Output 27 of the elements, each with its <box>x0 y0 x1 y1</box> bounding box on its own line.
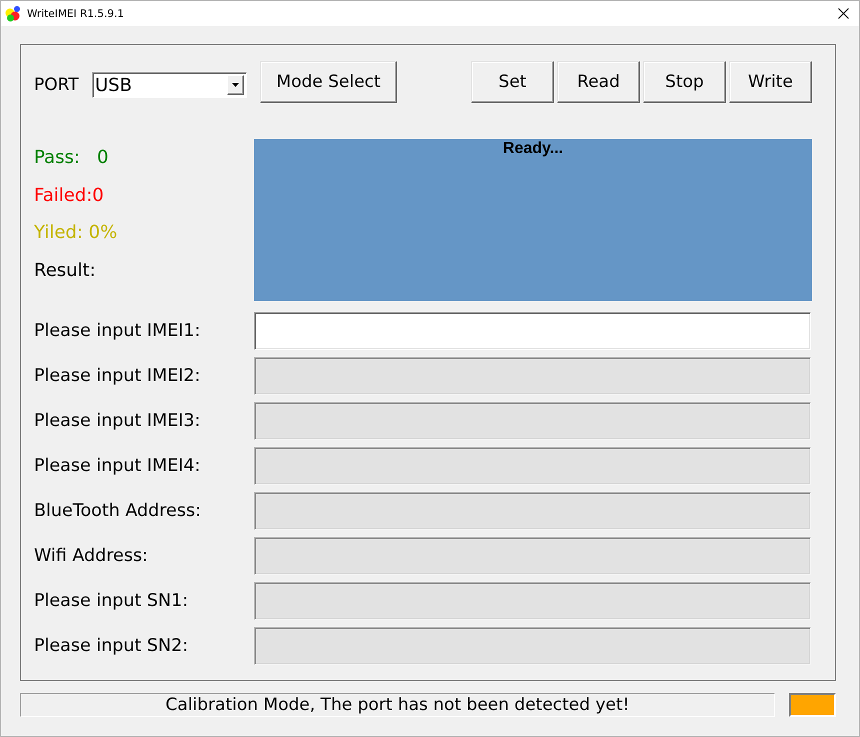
field-label: Please input SN2: <box>34 636 190 656</box>
field-label: Please input IMEI1: <box>34 321 202 341</box>
window-title: WriteIMEI R1.5.9.1 <box>27 8 124 20</box>
mode-select-button[interactable]: Mode Select <box>260 61 397 103</box>
field-label: Please input SN1: <box>34 591 190 611</box>
field-label: BlueTooth Address: <box>34 501 202 521</box>
counter-text: Pass: 0 <box>34 146 109 170</box>
action-button[interactable]: Write <box>729 61 812 103</box>
action-button[interactable]: Read <box>557 61 640 103</box>
port-label: PORT <box>34 74 80 94</box>
dropdown-button[interactable] <box>227 75 244 95</box>
counter-text: Yiled: 0% <box>34 221 118 245</box>
field-label: Please input IMEI4: <box>34 456 202 476</box>
close-icon <box>838 8 848 19</box>
field-label: Wifi Address: <box>34 546 149 566</box>
field-label: Please input IMEI2: <box>34 366 202 386</box>
port-select[interactable]: USB <box>92 72 247 98</box>
action-button[interactable]: Stop <box>643 61 726 103</box>
input-field[interactable] <box>254 312 811 350</box>
action-button[interactable]: Set <box>471 61 554 103</box>
status-message: Calibration Mode, The port has not been detected yet! <box>166 695 630 715</box>
result-message: Ready... <box>502 139 564 159</box>
counter-text: Result: <box>34 258 96 282</box>
counter-text: Failed:0 <box>34 184 104 208</box>
field-label: Please input IMEI3: <box>34 411 202 431</box>
caret-icon <box>232 83 239 87</box>
app-logo-icon <box>5 5 22 22</box>
